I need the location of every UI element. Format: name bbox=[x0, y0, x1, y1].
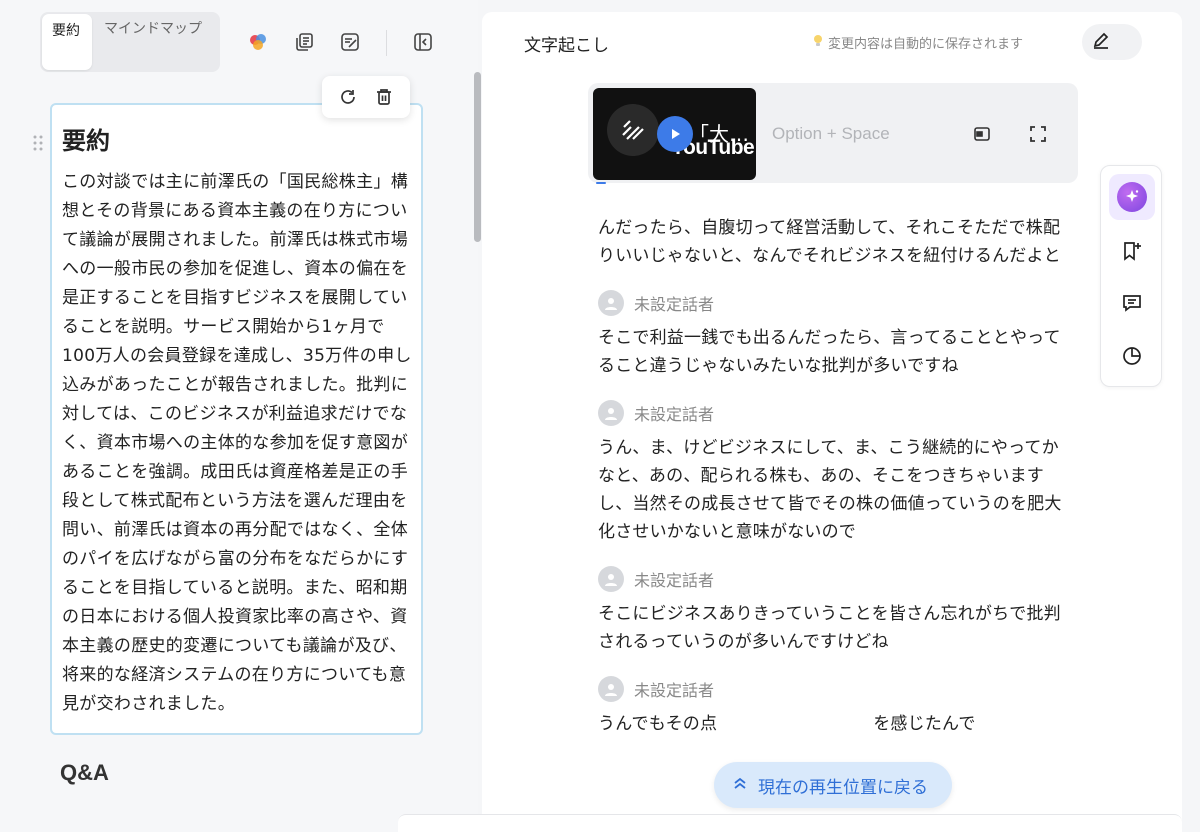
video-thumbnail[interactable]: 「大… YouTube bbox=[593, 88, 756, 180]
transcript-segment: 未設定話者 そこで利益一銭でも出るんだったら、言ってることとやってること違うじゃ… bbox=[598, 290, 1068, 380]
refresh-icon[interactable] bbox=[335, 84, 361, 110]
notes-edit-icon[interactable] bbox=[338, 30, 362, 54]
side-toolbar bbox=[1100, 165, 1162, 387]
return-to-playback-button[interactable]: 現在の再生位置に戻る bbox=[714, 762, 952, 808]
summary-title: 要約 bbox=[62, 128, 110, 155]
speaker-row[interactable]: 未設定話者 bbox=[598, 400, 1068, 426]
chevrons-up-icon bbox=[732, 775, 748, 796]
transcript-list: んだったら、自腹切って経営活動して、それこそただで株配りいいじゃないと、なんでそ… bbox=[598, 192, 1068, 738]
trash-icon[interactable] bbox=[371, 84, 397, 110]
speaker-avatar-icon bbox=[598, 676, 624, 702]
transcript-text-start: うんでもその点 bbox=[598, 714, 718, 734]
transcript-text[interactable]: そこにビジネスありきっていうことを皆さん忘れがちで批判されるっていうのが多いんで… bbox=[598, 600, 1068, 656]
transcript-text[interactable]: そこで利益一銭でも出るんだったら、言ってることとやってること違うじゃないみたいな… bbox=[598, 324, 1068, 380]
summary-body[interactable]: この対談では主に前澤氏の「国民総株主」構想とその背景にある資本主義の在り方につい… bbox=[62, 168, 413, 719]
transcript-top-fade bbox=[586, 192, 1076, 214]
speaker-row[interactable]: 未設定話者 bbox=[598, 290, 1068, 316]
speaker-row[interactable]: 未設定話者 bbox=[598, 676, 1068, 702]
play-icon[interactable] bbox=[657, 116, 693, 152]
bookmark-add-icon[interactable] bbox=[1117, 236, 1147, 266]
transcript-text[interactable]: うんでもその点 を感じたんで bbox=[598, 710, 1068, 738]
transcript-segment: 未設定話者 そこにビジネスありきっていうことを皆さん忘れがちで批判されるっていう… bbox=[598, 566, 1068, 656]
transcript-segment: 未設定話者 うんでもその点 を感じたんで bbox=[598, 676, 1068, 738]
play-shortcut-hint: Option + Space bbox=[772, 124, 890, 143]
view-tabs: 要約 マインドマップ bbox=[40, 12, 220, 72]
qa-heading: Q&A bbox=[60, 760, 109, 785]
summary-card[interactable]: 要約 この対談では主に前澤氏の「国民総株主」構想とその背景にある資本主義の在り方… bbox=[50, 103, 423, 735]
copy-icon[interactable] bbox=[292, 30, 316, 54]
autosave-text: 変更内容は自動的に保存されます bbox=[828, 37, 1024, 52]
page-title: 文字起こし bbox=[524, 36, 609, 56]
transcript-text-tail: を感じたんで bbox=[873, 714, 976, 734]
speaker-name: 未設定話者 bbox=[634, 681, 715, 700]
color-palette-icon[interactable] bbox=[246, 30, 270, 54]
summary-panel: 要約 マインドマップ 要約 この対談では主に前澤氏の「国民総株主」構想とその背景… bbox=[0, 0, 481, 832]
playback-marker bbox=[596, 182, 606, 184]
channel-logo-icon bbox=[607, 104, 659, 156]
lightbulb-icon bbox=[812, 34, 824, 52]
ai-sparkle-icon bbox=[1117, 182, 1147, 212]
transcript-text[interactable]: うん、ま、けどビジネスにして、ま、こう継続的にやってかなと、あの、配られる株も、… bbox=[598, 434, 1068, 546]
sidebar-collapse-icon[interactable] bbox=[411, 30, 435, 54]
tab-summary[interactable]: 要約 bbox=[42, 14, 92, 70]
transcript-text[interactable]: んだったら、自腹切って経営活動して、それこそただで株配りいいじゃないと、なんでそ… bbox=[598, 214, 1068, 270]
fullscreen-icon[interactable] bbox=[1026, 122, 1050, 146]
speaker-avatar-icon bbox=[598, 400, 624, 426]
card-actions bbox=[322, 76, 410, 118]
toolbar-divider bbox=[386, 30, 387, 56]
speaker-name: 未設定話者 bbox=[634, 405, 715, 424]
speaker-avatar-icon bbox=[598, 290, 624, 316]
edit-toggle[interactable] bbox=[1082, 24, 1142, 60]
return-label: 現在の再生位置に戻る bbox=[758, 777, 928, 798]
ai-assistant-button[interactable] bbox=[1109, 174, 1155, 220]
autosave-status: 変更内容は自動的に保存されます bbox=[812, 33, 1023, 52]
tab-mindmap[interactable]: マインドマップ bbox=[94, 12, 216, 72]
transcript-segment: んだったら、自腹切って経営活動して、それこそただで株配りいいじゃないと、なんでそ… bbox=[598, 214, 1068, 270]
picture-in-picture-icon[interactable] bbox=[970, 122, 994, 146]
pie-chart-icon[interactable] bbox=[1117, 341, 1147, 371]
speaker-name: 未設定話者 bbox=[634, 295, 715, 314]
comment-icon[interactable] bbox=[1117, 288, 1147, 318]
scrollbar[interactable] bbox=[474, 72, 481, 242]
speaker-avatar-icon bbox=[598, 566, 624, 592]
pencil-icon bbox=[1092, 31, 1110, 53]
speaker-row[interactable]: 未設定話者 bbox=[598, 566, 1068, 592]
bottom-bar bbox=[398, 814, 1182, 832]
speaker-name: 未設定話者 bbox=[634, 571, 715, 590]
drag-handle-icon[interactable] bbox=[32, 134, 44, 152]
transcript-segment: 未設定話者 うん、ま、けどビジネスにして、ま、こう継続的にやってかなと、あの、配… bbox=[598, 400, 1068, 546]
